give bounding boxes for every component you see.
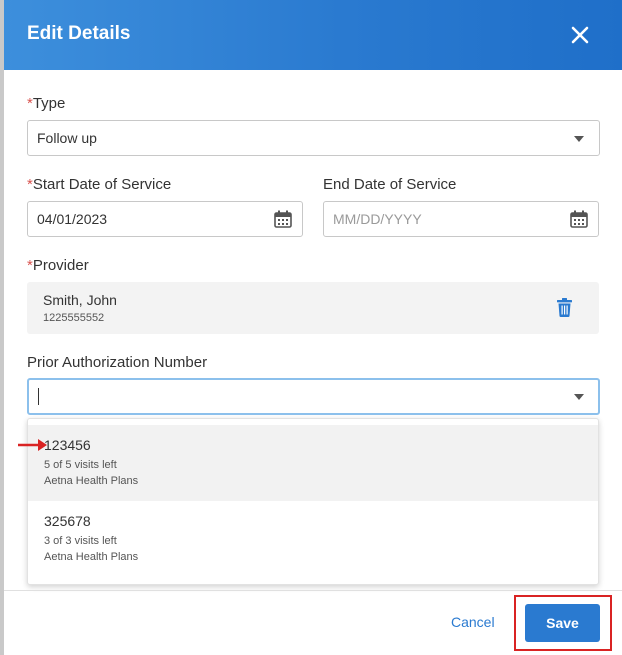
modal-header: Edit Details [4, 0, 622, 70]
end-date-label: End Date of Service [323, 176, 457, 193]
trash-icon[interactable] [557, 298, 572, 317]
chevron-down-icon[interactable] [574, 394, 584, 400]
provider-id: 1225555552 [43, 312, 105, 324]
start-date-label: *Start Date of Service [27, 176, 171, 193]
chevron-down-icon [574, 136, 584, 142]
prior-auth-option[interactable]: 325678 3 of 3 visits left Aetna Health P… [28, 501, 598, 577]
option-number: 325678 [44, 513, 91, 529]
start-date-label-text: Start Date of Service [32, 176, 172, 193]
prior-auth-option[interactable]: 123456 5 of 5 visits left Aetna Health P… [28, 425, 598, 501]
footer-divider [4, 590, 622, 591]
prior-auth-dropdown: 123456 5 of 5 visits left Aetna Health P… [27, 418, 599, 585]
modal-title: Edit Details [27, 23, 131, 44]
type-select[interactable]: Follow up [27, 120, 600, 156]
provider-name: Smith, John [43, 292, 117, 308]
provider-label-text: Provider [32, 257, 89, 274]
start-date-field[interactable]: 04/01/2023 [27, 201, 303, 237]
option-visits: 5 of 5 visits left [44, 459, 117, 471]
option-plan: Aetna Health Plans [44, 475, 139, 487]
option-number: 123456 [44, 437, 91, 453]
calendar-icon[interactable] [570, 210, 588, 228]
provider-label: *Provider [27, 257, 89, 274]
provider-card: Smith, John 1225555552 [27, 282, 599, 334]
edit-details-modal: Edit Details *Type Follow up *Start Date… [4, 0, 622, 655]
option-visits: 3 of 3 visits left [44, 535, 117, 547]
end-date-field[interactable]: MM/DD/YYYY [323, 201, 599, 237]
close-icon[interactable] [567, 22, 593, 48]
start-date-value: 04/01/2023 [37, 211, 108, 227]
type-label: *Type [27, 95, 65, 112]
type-select-value: Follow up [37, 130, 97, 146]
text-cursor [38, 388, 39, 405]
prior-auth-input[interactable] [27, 378, 600, 415]
type-label-text: Type [32, 95, 66, 112]
option-plan: Aetna Health Plans [44, 551, 139, 563]
calendar-icon[interactable] [274, 210, 292, 228]
save-button[interactable]: Save [525, 604, 600, 642]
annotation-arrow-icon [18, 439, 47, 451]
prior-auth-label: Prior Authorization Number [27, 354, 208, 371]
end-date-placeholder: MM/DD/YYYY [333, 211, 422, 227]
cancel-button[interactable]: Cancel [451, 614, 495, 630]
